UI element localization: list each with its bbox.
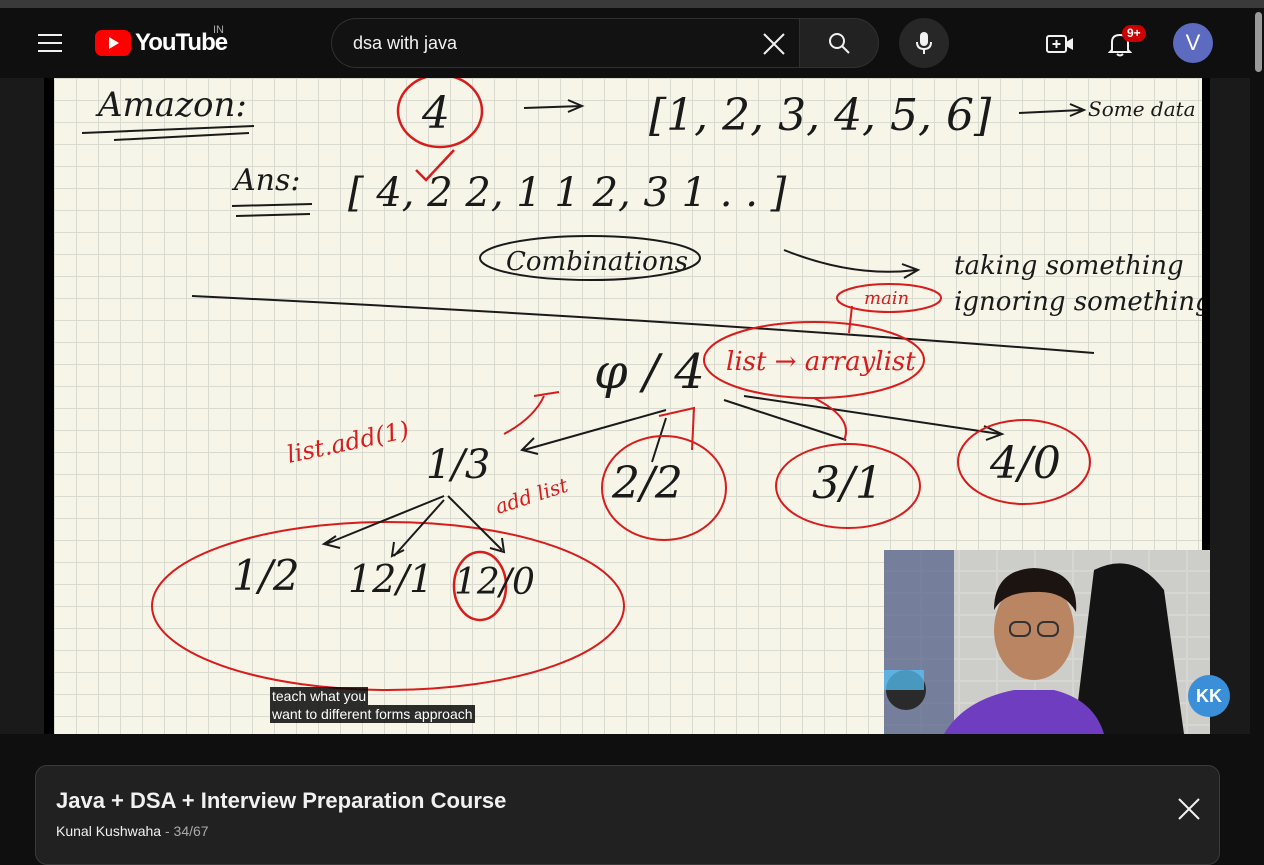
wb-leaf-121: 12/1: [348, 557, 433, 601]
channel-watermark[interactable]: KK: [1188, 675, 1230, 717]
playlist-position: 34/67: [173, 823, 209, 839]
create-button[interactable]: [1040, 24, 1080, 64]
wb-node-40: 4/0: [989, 438, 1061, 489]
close-playlist-button[interactable]: [1174, 794, 1204, 824]
voice-search-button[interactable]: [899, 18, 949, 68]
youtube-logo[interactable]: YouTube: [95, 28, 228, 58]
wb-subtree-ellipse: [151, 521, 625, 691]
wb-list-add: list.add(1): [284, 416, 411, 469]
wb-some-data: Some data: [1088, 97, 1196, 121]
close-icon: [1178, 798, 1200, 820]
menu-icon[interactable]: [30, 26, 70, 60]
page-scrollbar[interactable]: [1255, 12, 1262, 72]
account-avatar[interactable]: V: [1173, 23, 1213, 63]
search-button[interactable]: [799, 18, 879, 68]
closed-captions: teach what you want to different forms a…: [270, 687, 475, 723]
search-box: [331, 18, 799, 68]
wb-array: [1, 2, 3, 4, 5, 6]: [649, 90, 992, 141]
youtube-logo-icon: [95, 30, 131, 56]
region-code: IN: [213, 24, 224, 36]
search-icon: [829, 33, 850, 54]
clear-icon: [763, 33, 785, 55]
wb-amazon: Amazon:: [95, 85, 247, 125]
mic-icon: [916, 32, 932, 54]
wb-add-list: add list: [492, 472, 572, 518]
wb-ans-list: [ 4, 2 2, 1 1 2, 3 1 . . ]: [348, 170, 787, 216]
wb-ans: Ans:: [231, 163, 301, 198]
window-top-strip: [0, 0, 1264, 8]
search-bar: [331, 18, 879, 68]
caption-line-1: teach what you: [270, 687, 369, 705]
create-video-icon: [1046, 35, 1073, 53]
wb-taking: taking something: [954, 251, 1184, 281]
clear-search-button[interactable]: [755, 25, 793, 63]
presenter-webcam: [884, 550, 1210, 734]
notification-count-badge: 9+: [1122, 25, 1146, 42]
wb-num4: 4: [421, 88, 450, 139]
playlist-panel: Java + DSA + Interview Preparation Cours…: [35, 765, 1220, 865]
wb-node-31: 3/1: [812, 458, 883, 509]
wb-root: φ / 4: [594, 344, 705, 400]
masthead: YouTube IN 9+ V: [0, 8, 1264, 78]
wb-leaf-120: 12/0: [454, 562, 535, 603]
playlist-title[interactable]: Java + DSA + Interview Preparation Cours…: [56, 788, 506, 814]
wb-ignoring: ignoring something,: [954, 287, 1202, 317]
playlist-separator: -: [164, 823, 174, 839]
wb-node-22: 2/2: [611, 458, 683, 509]
playlist-meta: Kunal Kushwaha - 34/67: [56, 823, 209, 839]
video-frame[interactable]: Amazon: 4 [1, 2, 3, 4, 5, 6] Some data A…: [44, 78, 1210, 734]
wb-leaf-12: 1/2: [232, 551, 300, 600]
wb-combinations: Combinations: [506, 247, 688, 277]
search-input[interactable]: [353, 32, 753, 54]
wb-node-13: 1/3: [426, 442, 490, 488]
wb-list-arraylist: list → arraylist: [726, 347, 916, 377]
wb-main: main: [864, 288, 909, 309]
caption-line-2: want to different forms approach: [270, 705, 475, 723]
playlist-channel[interactable]: Kunal Kushwaha: [56, 823, 161, 839]
